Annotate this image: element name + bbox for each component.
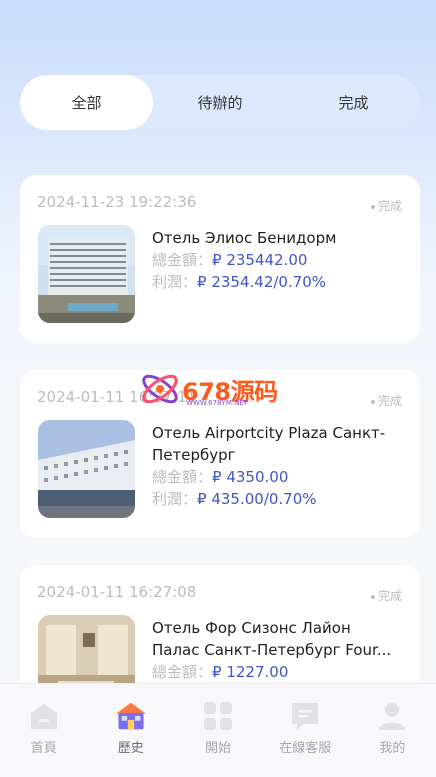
nav-support[interactable]: 在線客服: [262, 684, 349, 777]
total-label: 總金額：: [152, 468, 213, 486]
profit-label: 利潤：: [152, 490, 198, 508]
total-label: 總金額：: [152, 663, 213, 681]
total-row: 總金額：₽ 1227.00: [152, 661, 402, 683]
nav-label: 在線客服: [279, 741, 332, 756]
hotel-image: [38, 225, 135, 323]
hotel-name: Отель Airportcity Plaza Санкт-Петербург: [152, 424, 386, 464]
user-icon: [374, 698, 410, 734]
filter-tabs: 全部 待辦的 完成: [20, 75, 420, 130]
watermark-logo: 678源码 WWW.678YM.NET: [138, 367, 308, 411]
atom-logo-icon: [142, 374, 178, 404]
tab-pending[interactable]: 待辦的: [153, 75, 287, 130]
hotel-name: Отель Элиос Бенидорм: [152, 229, 337, 247]
chat-icon: [287, 698, 323, 734]
grid-icon: [200, 698, 236, 734]
order-date: 2024-01-11 16:27:08: [37, 583, 197, 601]
total-label: 總金額：: [152, 251, 213, 269]
hotel-name: Отель Фор Сизонс Лайон Палас Санкт-Петер…: [152, 619, 392, 659]
nav-home[interactable]: 首頁: [0, 684, 87, 777]
profit-row: 利潤：₽ 435.00/0.70%: [152, 488, 402, 510]
watermark-subtext: WWW.678YM.NET: [186, 399, 249, 407]
home-icon: [26, 698, 62, 734]
total-value: ₽ 1227.00: [212, 663, 289, 681]
status-badge: 完成: [371, 392, 402, 409]
history-house-icon: [113, 698, 149, 734]
order-date: 2024-11-23 19:22:36: [37, 193, 197, 211]
nav-start[interactable]: 開始: [174, 684, 261, 777]
total-value: ₽ 4350.00: [212, 468, 289, 486]
profit-label: 利潤：: [152, 273, 198, 291]
status-badge: 完成: [371, 587, 402, 604]
nav-history[interactable]: 歷史: [87, 684, 174, 777]
profit-value: ₽ 2354.42/0.70%: [197, 273, 327, 291]
hotel-image: [38, 420, 135, 518]
nav-label: 歷史: [117, 741, 144, 756]
nav-profile[interactable]: 我的: [349, 684, 436, 777]
profit-row: 利潤：₽ 2354.42/0.70%: [152, 271, 402, 293]
total-row: 總金額：₽ 235442.00: [152, 249, 402, 271]
tab-completed[interactable]: 完成: [287, 75, 420, 130]
tab-all[interactable]: 全部: [20, 75, 153, 130]
profit-value: ₽ 435.00/0.70%: [197, 490, 317, 508]
total-value: ₽ 235442.00: [212, 251, 308, 269]
status-badge: 完成: [371, 197, 402, 214]
order-card[interactable]: 2024-11-23 19:22:36 完成 Отель Элиос Бенид…: [20, 175, 420, 343]
bottom-nav: 首頁 歷史 開始 在線客服 我的: [0, 683, 436, 777]
nav-label: 開始: [205, 741, 232, 756]
total-row: 總金額：₽ 4350.00: [152, 466, 402, 488]
nav-label: 首頁: [30, 741, 57, 756]
nav-label: 我的: [379, 741, 406, 756]
